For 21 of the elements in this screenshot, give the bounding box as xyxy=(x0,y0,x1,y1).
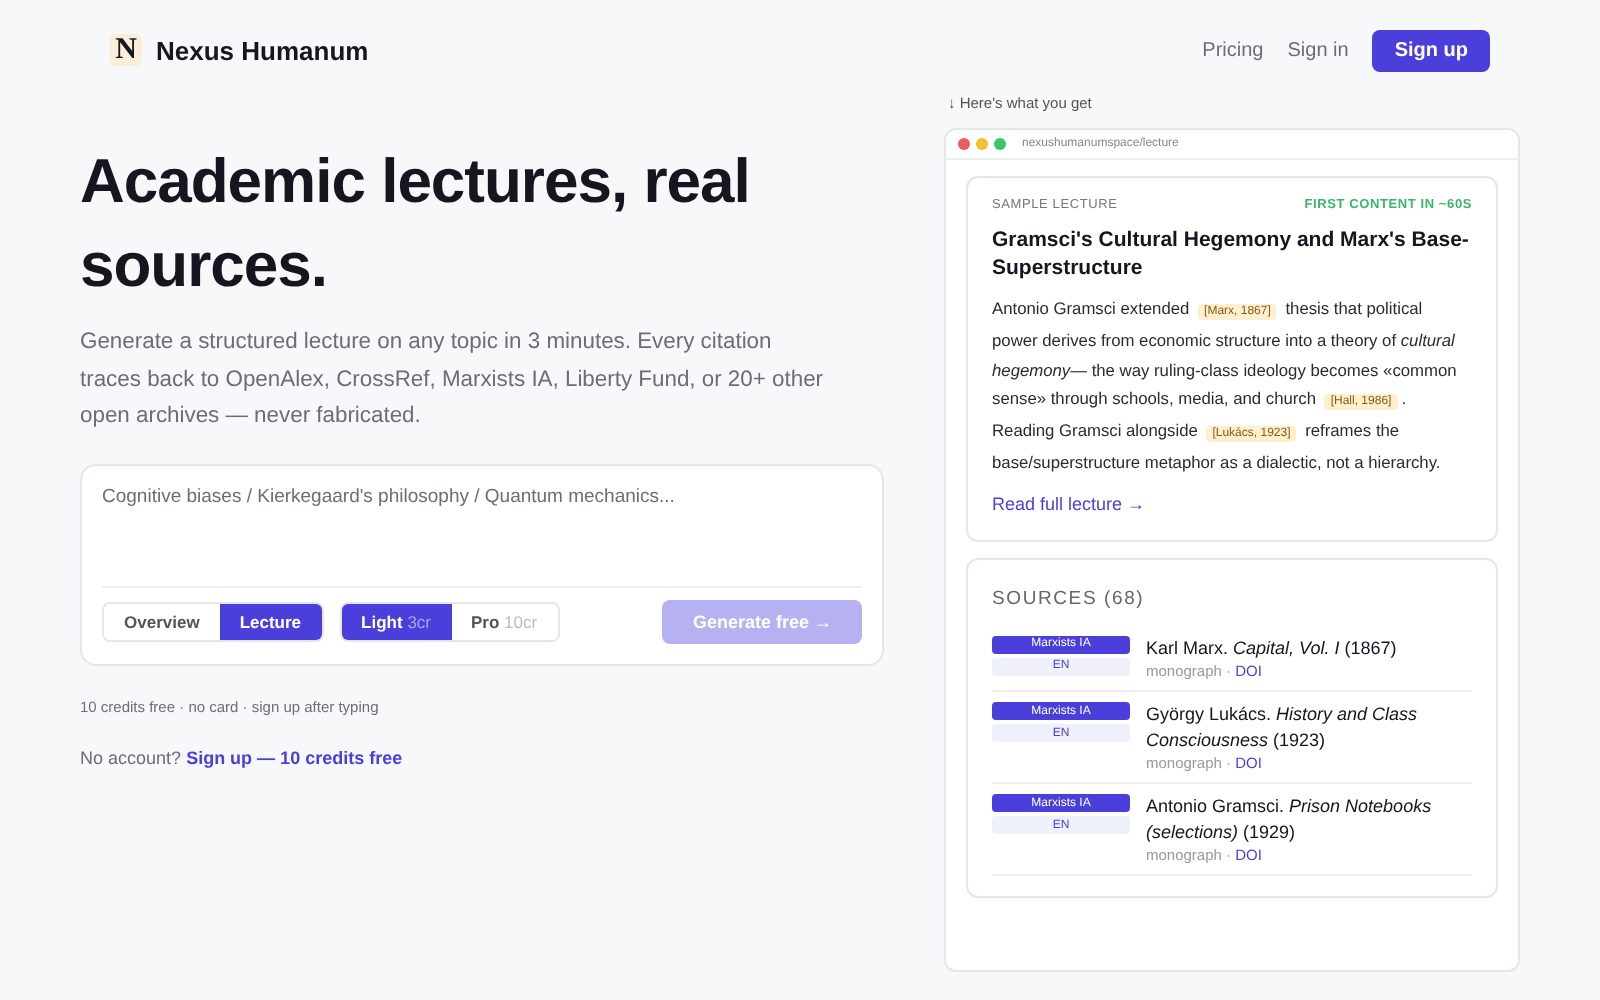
sources-heading: SOURCES (68) xyxy=(992,587,1147,610)
hero-subtitle: Generate a structured lecture on any topic in 3 minutes. Every citation traces back to OpenAlex, CrossRef, Marxists IA, Liberty Fund, or 20+ other open archives — never fabricated. xyxy=(80,328,826,432)
topic-input[interactable]: Cognitive biases / Kierkegaard's philosophy / Quantum mechanics... xyxy=(102,485,862,585)
tier-option[interactable]: Light 3cr xyxy=(341,603,451,639)
sign-up-button[interactable]: Sign up xyxy=(1372,29,1490,71)
source-title: Antonio Gramsci. Prison Notebooks (selections) (1929) xyxy=(1146,794,1434,845)
nav-link[interactable]: Sign in xyxy=(1287,39,1349,61)
mode-tab[interactable]: Lecture xyxy=(219,603,322,639)
window-dot-icon xyxy=(958,138,970,150)
hero-title: Academic lectures, real sources. xyxy=(80,144,752,304)
lecture-title: Gramsci's Cultural Hegemony and Marx's Base-Superstructure xyxy=(992,226,1471,282)
nav-link[interactable]: Pricing xyxy=(1202,39,1264,61)
logo: N xyxy=(110,34,142,66)
sign-up-link[interactable]: Sign up — 10 credits free xyxy=(186,747,403,767)
read-lecture-link[interactable]: Read full lecture → xyxy=(992,493,1146,514)
source-title: Karl Marx. Capital, Vol. I (1867) xyxy=(1146,635,1397,661)
source-title: György Lukács. History and Class Consciousness (1923) xyxy=(1146,702,1420,753)
window-dot-icon xyxy=(976,138,988,150)
brand-name: Nexus Humanum xyxy=(156,35,369,65)
account-prompt: No account? xyxy=(80,747,182,767)
window-dot-icon xyxy=(994,138,1006,150)
